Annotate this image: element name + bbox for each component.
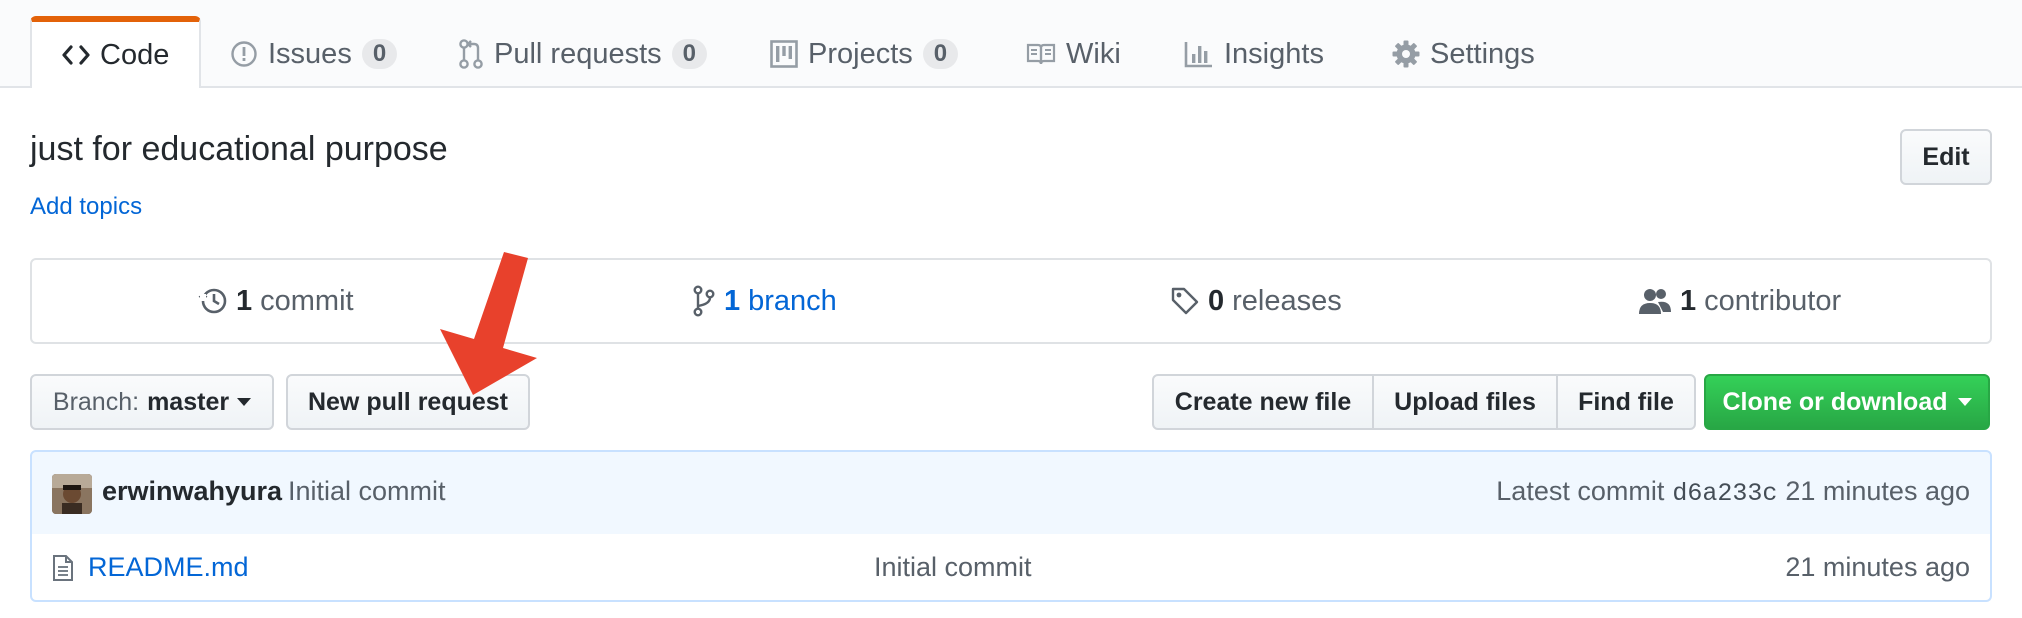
tab-code[interactable]: Code [30,16,202,88]
git-branch-icon [692,285,716,317]
pull-requests-counter: 0 [671,39,708,69]
file-icon [52,554,74,587]
tab-pull-requests[interactable]: Pull requests 0 [458,18,708,90]
repo-description: just for educational purpose [30,130,448,168]
tab-issues[interactable]: Issues 0 [230,18,398,90]
branches-label: branch [748,284,837,317]
repo-tab-nav: Code Issues 0 Pull requests 0 Projects 0… [0,0,2022,88]
tab-label: Wiki [1066,37,1121,70]
people-icon [1638,287,1672,315]
file-name-link[interactable]: README.md [88,552,249,583]
book-icon [1026,42,1056,66]
avatar[interactable] [52,474,92,514]
commit-sha-link[interactable]: d6a233c [1672,479,1777,508]
releases-label: releases [1232,284,1342,317]
tab-label: Code [100,38,170,71]
clone-label: Clone or download [1722,387,1948,416]
annotation-arrow-icon [440,252,537,395]
create-new-file-button[interactable]: Create new file [1152,374,1374,430]
tag-icon [1170,286,1200,316]
branches-summary[interactable]: 1 branch [692,260,837,342]
tab-label: Projects [808,37,913,70]
contributors-label: contributor [1704,284,1842,317]
find-file-button[interactable]: Find file [1556,374,1696,430]
tab-label: Pull requests [494,37,662,70]
tab-settings[interactable]: Settings [1392,18,1535,90]
tab-label: Settings [1430,37,1535,70]
latest-commit-prefix: Latest commit [1496,476,1665,506]
graph-icon [1184,40,1214,68]
tab-projects[interactable]: Projects 0 [770,18,959,90]
releases-count: 0 [1208,284,1225,317]
gear-icon [1392,40,1420,68]
commits-label: commit [260,284,354,317]
branch-select-button[interactable]: Branch: master [30,374,274,430]
code-icon [62,44,90,66]
tab-wiki[interactable]: Wiki [1026,18,1121,90]
branch-prefix: Branch: [52,387,140,416]
commit-age: 21 minutes ago [1785,476,1970,506]
tab-label: Issues [268,37,352,70]
upload-files-button[interactable]: Upload files [1372,374,1558,430]
commit-message-link[interactable]: Initial commit [288,476,446,507]
releases-summary[interactable]: 0 releases [1170,260,1342,342]
clone-or-download-button[interactable]: Clone or download [1704,374,1990,430]
caret-down-icon [1957,398,1972,406]
history-icon [198,286,228,316]
latest-commit-bar: erwinwahyura Initial commit Latest commi… [30,450,1992,536]
contributors-summary[interactable]: 1 contributor [1638,260,1841,342]
file-age: 21 minutes ago [1785,552,1970,582]
commits-count: 1 [236,284,253,317]
contributors-count: 1 [1680,284,1697,317]
project-icon [770,40,798,68]
commits-summary[interactable]: 1 commit [198,260,354,342]
branches-count: 1 [724,284,741,317]
add-topics-link[interactable]: Add topics [30,193,142,221]
issue-opened-icon [230,40,258,68]
latest-commit-info: Latest commit d6a233c 21 minutes ago [1496,476,1970,508]
tab-label: Insights [1224,37,1324,70]
branch-name: master [147,387,230,416]
issues-counter: 0 [361,39,398,69]
caret-down-icon [237,398,252,406]
commit-author-link[interactable]: erwinwahyura [102,476,282,507]
edit-description-button[interactable]: Edit [1900,129,1992,185]
file-row: README.md Initial commit 21 minutes ago [30,534,1992,602]
projects-counter: 0 [922,39,959,69]
repo-summary-bar: 1 commit 1 branch 0 releases 1 contribut… [30,258,1992,344]
file-commit-message-link[interactable]: Initial commit [874,552,1032,583]
tab-insights[interactable]: Insights [1184,18,1324,90]
git-pull-request-icon [458,38,484,70]
